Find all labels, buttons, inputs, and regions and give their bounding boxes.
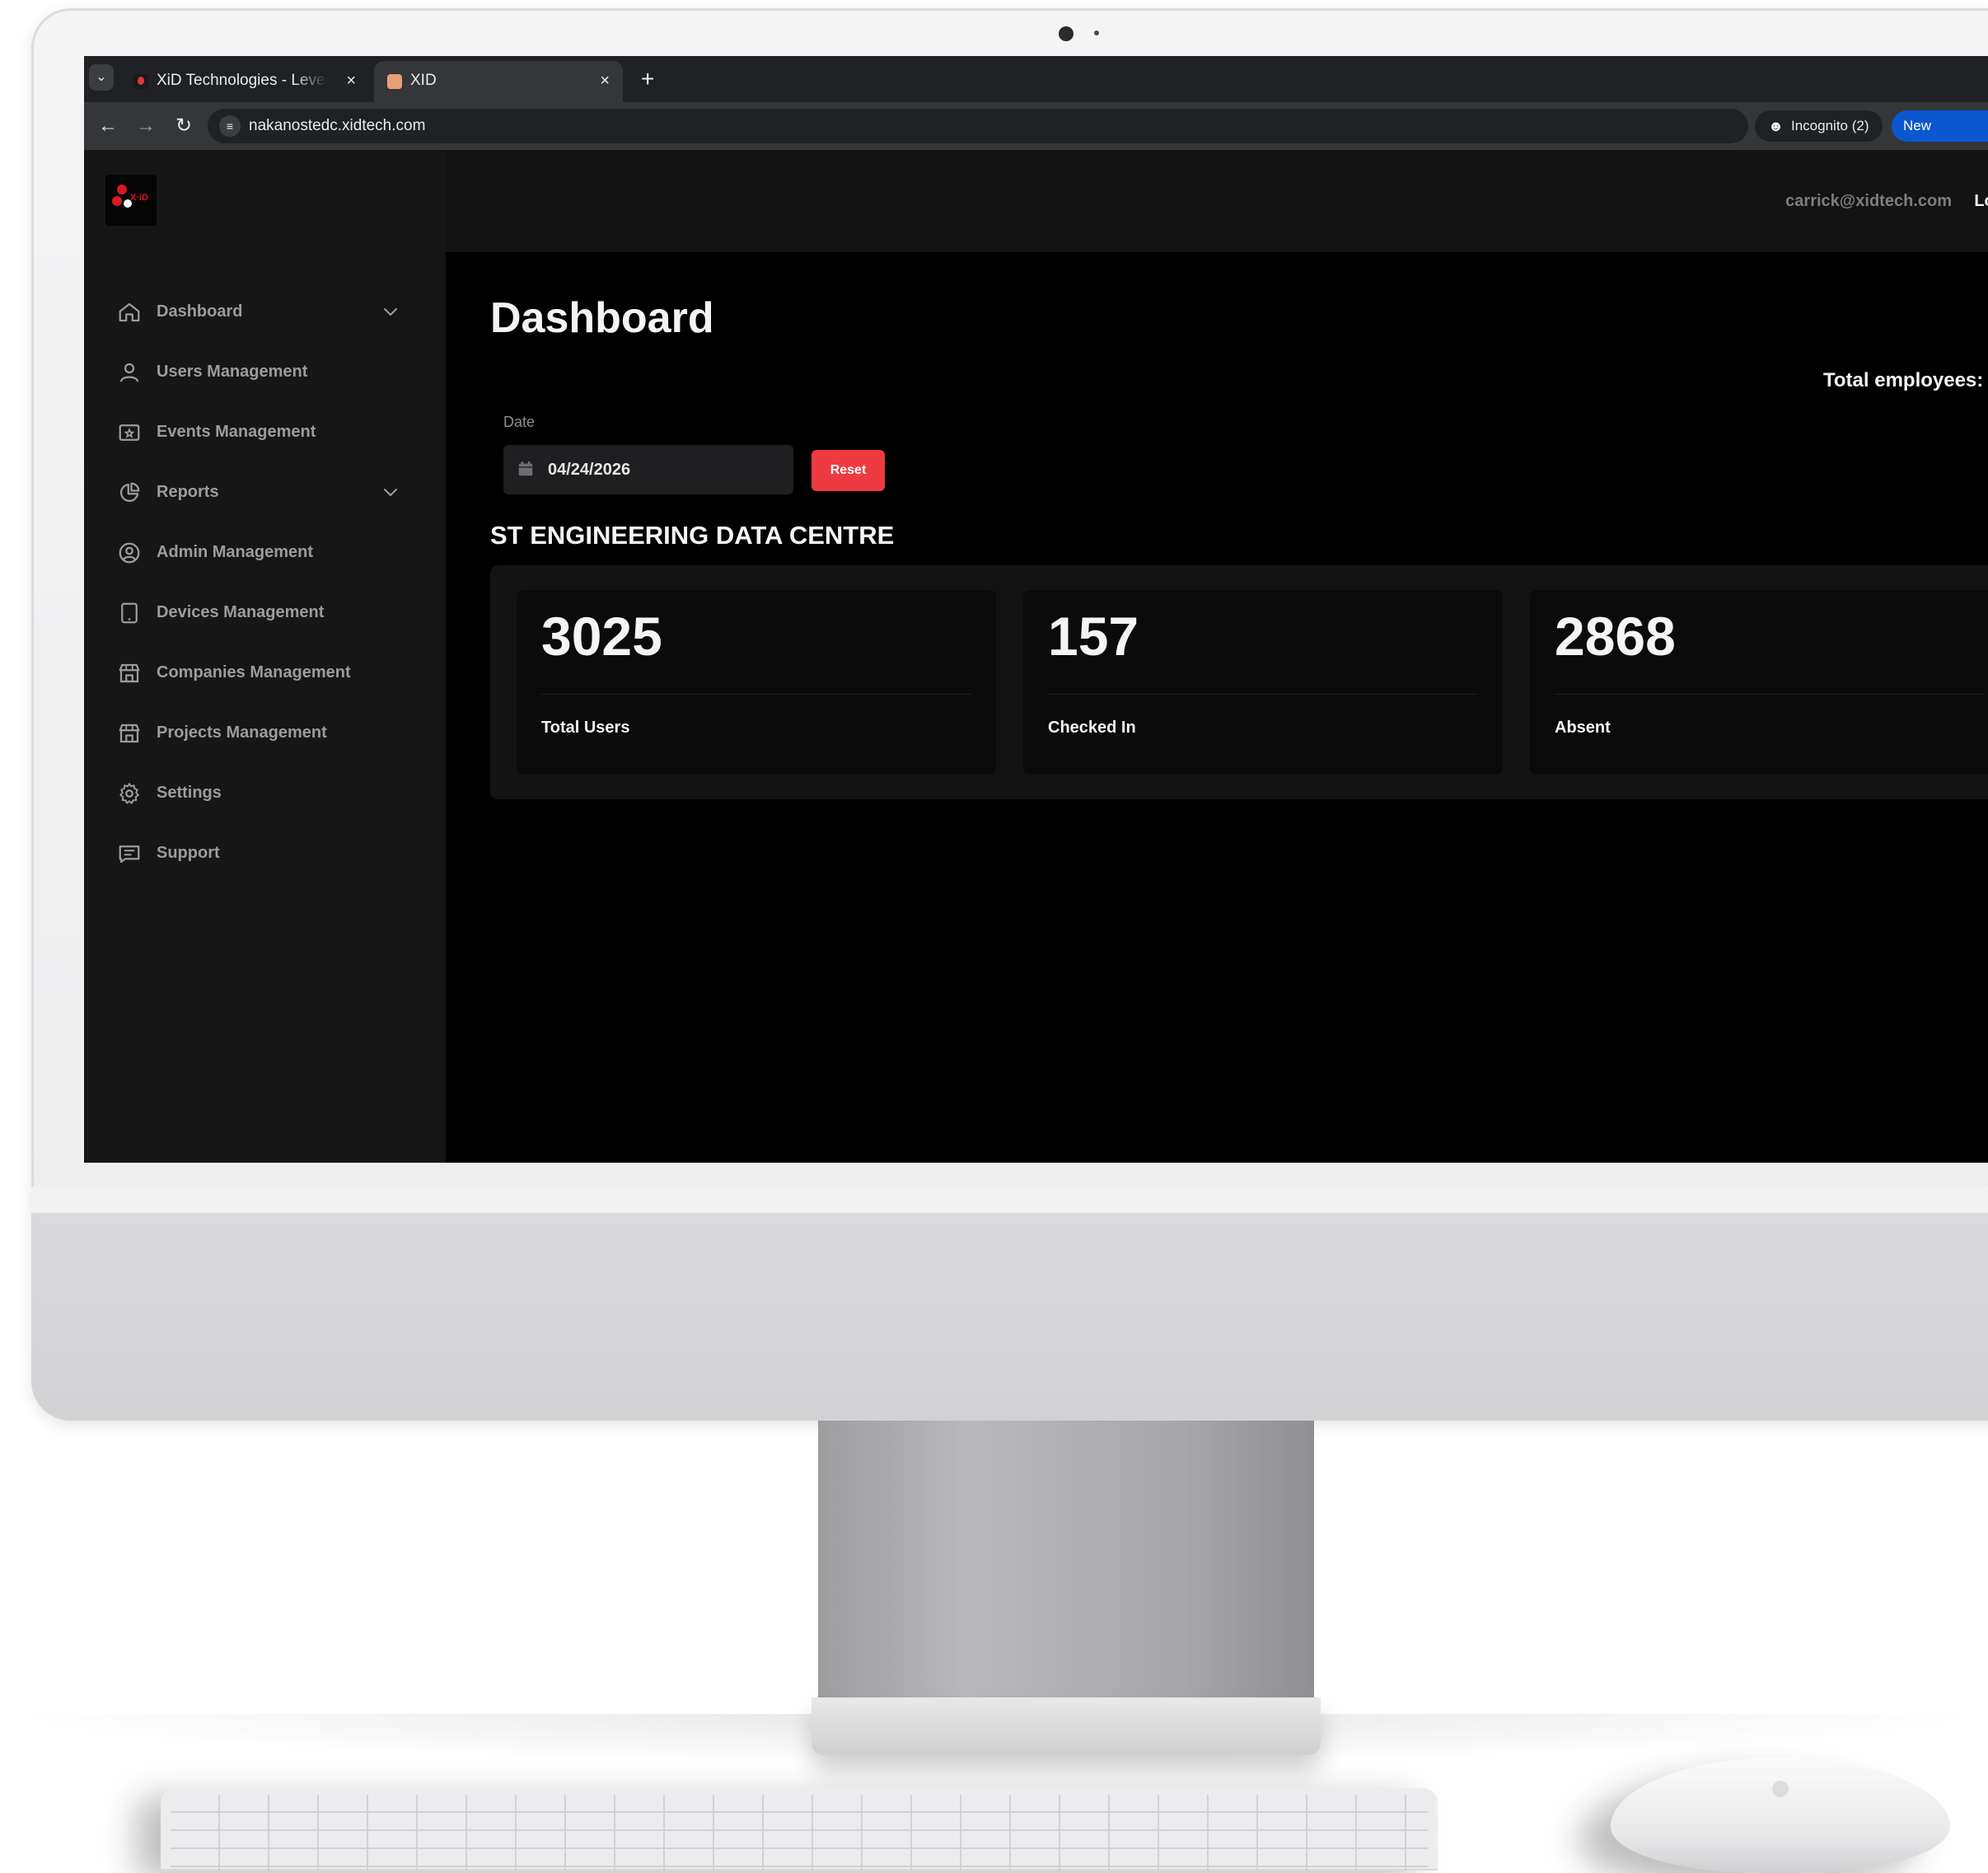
- user-email: carrick@xidtech.com: [1785, 192, 1952, 210]
- sidebar-item-events-management[interactable]: Events Management: [84, 402, 446, 462]
- sidebar-item-reports[interactable]: Reports: [84, 462, 446, 522]
- browser-tabstrip: ⌄ XiD Technologies - Lever × XID × +: [84, 56, 1988, 102]
- keyboard-keys: [171, 1795, 1428, 1871]
- camera: [1059, 26, 1074, 41]
- reset-button[interactable]: Reset: [812, 450, 885, 491]
- incognito-icon: ☻: [1768, 118, 1784, 134]
- sidebar-item-label: Support: [157, 844, 220, 862]
- stat-value: 2868: [1555, 606, 1676, 667]
- incognito-label: Incognito (2): [1791, 118, 1869, 133]
- logo-mark: [117, 185, 127, 194]
- close-tab-icon[interactable]: ×: [600, 61, 610, 101]
- date-field-label: Date: [503, 414, 536, 430]
- xid-favicon-icon: [387, 74, 402, 89]
- sidebar-item-support[interactable]: Support: [84, 823, 446, 883]
- sidebar-item-label: Companies Management: [157, 663, 351, 681]
- page-title: Dashboard: [490, 294, 714, 342]
- sidebar-item-admin-management[interactable]: Admin Management: [84, 522, 446, 583]
- message-icon: [117, 841, 142, 866]
- back-arrow-icon[interactable]: ←: [94, 112, 122, 140]
- stat-label: Checked In: [1048, 719, 1136, 737]
- tab-title: XID: [410, 72, 437, 89]
- user-icon: [117, 360, 142, 385]
- tab-search-chevron-icon[interactable]: ⌄: [89, 64, 114, 91]
- tablet-icon: [117, 601, 142, 625]
- date-value: 04/24/2026: [548, 461, 631, 479]
- reload-icon[interactable]: ↻: [170, 112, 198, 140]
- stat-label: Total Users: [541, 719, 630, 737]
- home-icon: [117, 300, 142, 325]
- total-employees-label: Total employees:: [1823, 369, 1984, 391]
- sidebar-item-label: Users Management: [157, 363, 308, 381]
- sidebar-item-dashboard[interactable]: Dashboard: [84, 282, 446, 342]
- address-bar[interactable]: ≡ nakanostedc.xidtech.com ⚿ ☆: [208, 109, 1809, 143]
- xid-logo[interactable]: X·iD: [105, 175, 157, 226]
- logo-mark: [112, 196, 122, 206]
- stats-panel: 3025 Total Users 157 Checked In 2868 Abs…: [490, 565, 1988, 799]
- dashboard-main: Dashboard Total employees: Date 04/24/20…: [446, 252, 1988, 1163]
- app-header: carrick@xidtech.com Log: [446, 150, 1988, 252]
- sidebar-item-users-management[interactable]: Users Management: [84, 342, 446, 402]
- close-tab-icon[interactable]: ×: [346, 61, 356, 101]
- logout-link[interactable]: Log: [1974, 150, 1988, 252]
- sidebar-item-label: Events Management: [157, 423, 316, 441]
- gear-icon: [117, 781, 142, 806]
- monitor-chin: [31, 1213, 1988, 1421]
- sidebar-item-label: Projects Management: [157, 723, 327, 742]
- stat-card-total-users: 3025 Total Users: [517, 590, 996, 775]
- divider: [541, 694, 971, 695]
- bottom-bezel: [31, 1187, 1988, 1213]
- stat-value: 157: [1048, 606, 1139, 667]
- stat-card-checked-in: 157 Checked In: [1023, 590, 1503, 775]
- chevron-down-icon[interactable]: [381, 482, 400, 502]
- forward-arrow-icon[interactable]: →: [132, 112, 160, 140]
- sidebar-item-companies-management[interactable]: Companies Management: [84, 643, 446, 703]
- keyboard: [161, 1788, 1438, 1871]
- date-picker-input[interactable]: 04/24/2026: [503, 445, 793, 494]
- sidebar-item-label: Admin Management: [157, 543, 314, 561]
- new-tab-plus-icon[interactable]: +: [641, 63, 654, 96]
- user-circle-icon: [117, 541, 142, 565]
- incognito-badge[interactable]: ☻ Incognito (2): [1755, 110, 1883, 142]
- sidebar-item-devices-management[interactable]: Devices Management: [84, 583, 446, 643]
- site-info-icon[interactable]: ≡: [219, 115, 241, 137]
- sidebar-item-label: Devices Management: [157, 603, 325, 621]
- sidebar-item-settings[interactable]: Settings: [84, 763, 446, 823]
- stat-value: 3025: [541, 606, 662, 667]
- sidebar-item-label: Dashboard: [157, 302, 243, 321]
- logo-wordmark: X·iD: [130, 193, 148, 203]
- xid-favicon-icon: [133, 74, 148, 89]
- divider: [1555, 694, 1985, 695]
- url-text[interactable]: nakanostedc.xidtech.com: [249, 109, 425, 143]
- stat-label: Absent: [1555, 719, 1611, 737]
- sidebar-item-projects-management[interactable]: Projects Management: [84, 703, 446, 763]
- sidebar-menu: Dashboard Users Management Events Manageme…: [84, 282, 446, 883]
- web-app: X·iD Dashboard Users Management Events Man…: [84, 150, 1988, 1163]
- building-store-icon: [117, 721, 142, 746]
- sidebar-item-label: Settings: [157, 784, 222, 802]
- browser-tab-xid[interactable]: XID ×: [374, 61, 623, 102]
- ticket-icon: [117, 420, 142, 445]
- monitor-stand-foot: [812, 1697, 1321, 1755]
- mouse: [1611, 1758, 1950, 1873]
- divider: [1048, 694, 1478, 695]
- camera-sensor: [1094, 30, 1099, 35]
- calendar-icon: [518, 461, 533, 476]
- apple-logo-icon: [1772, 1781, 1789, 1797]
- site-title: ST ENGINEERING DATA CENTRE: [490, 521, 895, 550]
- stat-card-absent: 2868 Absent: [1530, 590, 1988, 775]
- tab-title: XiD Technologies - Lever: [157, 72, 328, 89]
- monitor-stand: [818, 1421, 1314, 1717]
- sidebar-item-label: Reports: [157, 483, 219, 501]
- browser-tab-xid-technologies[interactable]: XiD Technologies - Lever ×: [120, 61, 369, 102]
- sidebar: X·iD Dashboard Users Management Events Man…: [84, 150, 446, 1163]
- chart-pie-icon: [117, 480, 142, 505]
- new-chrome-button[interactable]: New Chrome: [1892, 110, 1988, 165]
- screen: ⌄ XiD Technologies - Lever × XID × + ← →…: [84, 56, 1988, 1163]
- browser-toolbar: ← → ↻ ≡ nakanostedc.xidtech.com ⚿ ☆ ☻ In…: [84, 102, 1988, 165]
- building-store-icon: [117, 661, 142, 686]
- chevron-down-icon[interactable]: [381, 302, 400, 321]
